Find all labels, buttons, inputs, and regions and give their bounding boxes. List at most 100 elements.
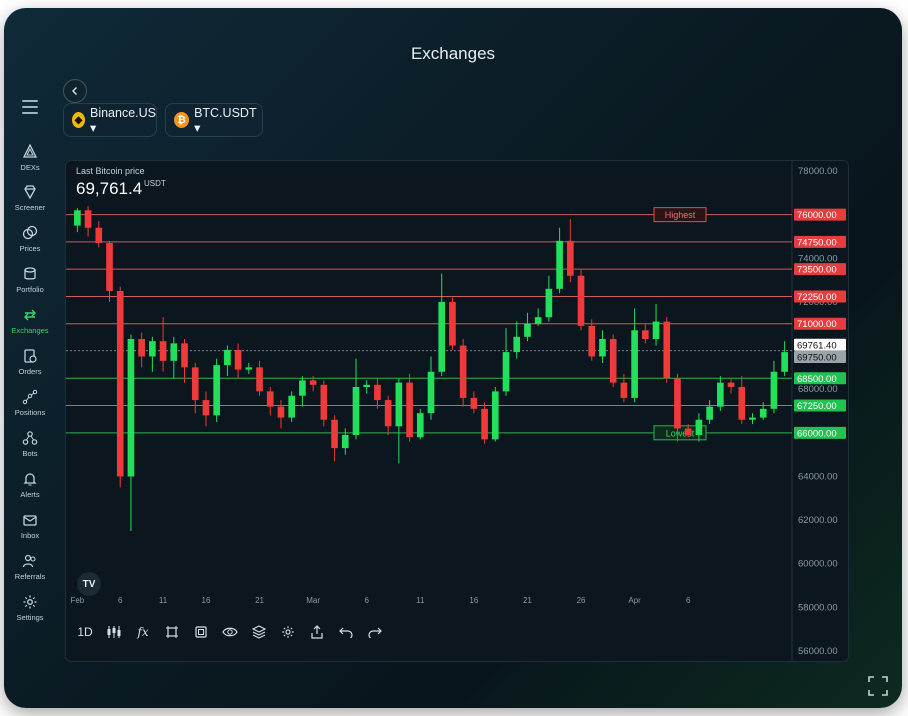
candle-body (341, 435, 349, 449)
candle-body (416, 413, 424, 438)
price-chart-panel[interactable]: Last Bitcoin price 69,761.4 USDT 56000.0… (65, 160, 849, 662)
candle-body (320, 384, 328, 420)
candle-body (459, 345, 467, 398)
candle-body (599, 339, 606, 357)
candle-body (374, 384, 381, 401)
candles-icon[interactable] (105, 623, 123, 641)
back-button[interactable] (63, 79, 87, 103)
candlestick-chart[interactable]: 56000.00 58000.00 60000.00 62000.00 64000.00… (66, 161, 848, 661)
eye-icon[interactable] (221, 623, 239, 641)
app-window: Exchanges DEXs Screener Prices Portfolio… (4, 8, 902, 708)
candle-body (534, 317, 542, 324)
indicators-icon[interactable]: fx (134, 623, 152, 641)
sidebar-item-label: Referrals (14, 572, 46, 581)
x-tick-label: Feb (70, 596, 84, 605)
bell-icon (23, 473, 37, 486)
candle-body (406, 382, 413, 438)
positions-icon (22, 389, 38, 405)
level-tag-label: 74750.00 (797, 237, 837, 248)
candle-body (620, 382, 628, 398)
tradingview-logo: TV (77, 572, 101, 596)
share-icon[interactable] (308, 623, 326, 641)
pair-selector[interactable]: ₿ BTC.USDT ▾ (165, 103, 263, 137)
sidebar-item-exchanges[interactable]: Exchanges (8, 307, 52, 335)
x-tick-label: 6 (364, 596, 369, 605)
candle-body (395, 382, 403, 427)
exchange-arrows-icon (24, 309, 36, 321)
candle-body (556, 240, 563, 289)
candle-body (427, 371, 435, 414)
database-icon (24, 267, 36, 280)
candle-body (384, 400, 392, 427)
x-tick-label: 11 (159, 596, 168, 605)
candle-body (684, 428, 692, 435)
sidebar-item-positions[interactable]: Positions (8, 389, 52, 417)
candle-body (759, 408, 767, 418)
candle-body (695, 419, 703, 435)
candle-body (84, 210, 92, 228)
dex-icon (22, 144, 38, 158)
undo-icon[interactable] (337, 623, 355, 641)
redo-icon[interactable] (366, 623, 384, 641)
exchange-selector[interactable]: ◆ Binance.US ▾ (63, 103, 157, 137)
sidebar-item-alerts[interactable]: Alerts (8, 471, 52, 499)
y-tick-label: 62000.00 (798, 515, 838, 526)
y-tick-label: 68000.00 (798, 384, 838, 395)
candle-body (191, 367, 199, 401)
bots-icon (22, 431, 38, 445)
candle-body (770, 371, 778, 409)
candle-body (138, 339, 145, 357)
x-tick-label: 21 (255, 596, 264, 605)
sidebar-item-label: Screener (14, 203, 46, 212)
candle-body (524, 323, 531, 337)
candle-body (202, 400, 210, 416)
fullscreen-icon[interactable] (868, 676, 888, 696)
candle-body (502, 352, 510, 392)
crop-icon[interactable] (163, 623, 181, 641)
users-icon (22, 554, 36, 568)
y-tick-label: 58000.00 (798, 602, 838, 613)
candle-body (438, 301, 446, 372)
sidebar-item-label: Inbox (20, 531, 40, 540)
sidebar-item-label: Exchanges (11, 326, 49, 335)
level-tag-label: 73500.00 (797, 265, 837, 276)
candle-body (288, 395, 296, 418)
screenshot-icon[interactable] (192, 623, 210, 641)
sidebar-item-bots[interactable]: Bots (8, 430, 52, 458)
main-content: ◆ Binance.US ▾ ₿ BTC.USDT ▾ Last Bitcoin… (61, 76, 862, 662)
sidebar-item-orders[interactable]: Orders (8, 348, 52, 376)
pair-selector-label: BTC.USDT ▾ (194, 105, 257, 135)
sidebar-item-screener[interactable]: Screener (8, 184, 52, 212)
candle-body (491, 391, 499, 440)
x-tick-label: Mar (306, 596, 320, 605)
candle-body (277, 406, 285, 418)
sidebar-item-label: DEXs (20, 163, 40, 172)
candle-body (513, 336, 521, 353)
candle-body (181, 343, 188, 368)
timeframe-button[interactable]: 1D (76, 623, 94, 641)
sidebar-item-settings[interactable]: Settings (8, 594, 52, 622)
candle-body (449, 301, 456, 346)
sidebar-item-prices[interactable]: Prices (8, 225, 52, 253)
level-tag-label: 72250.00 (797, 292, 837, 303)
sidebar-item-label: Portfolio (16, 285, 44, 294)
y-tick-label: 64000.00 (798, 471, 838, 482)
layers-icon[interactable] (250, 623, 268, 641)
sidebar-item-inbox[interactable]: Inbox (8, 512, 52, 540)
level-tag-label: 71000.00 (797, 319, 837, 330)
chevron-left-icon (72, 87, 77, 95)
orders-icon (24, 349, 37, 363)
candle-body (224, 349, 231, 366)
sidebar-item-referrals[interactable]: Referrals (8, 553, 52, 581)
candle-body (674, 378, 681, 429)
sidebar-item-portfolio[interactable]: Portfolio (8, 266, 52, 294)
mail-icon (23, 515, 37, 526)
candle-body (299, 380, 306, 396)
candle-body (566, 240, 574, 276)
chart-settings-icon[interactable] (279, 623, 297, 641)
candle-body (256, 367, 263, 392)
candle-body (663, 321, 671, 379)
sidebar-item-dexs[interactable]: DEXs (8, 144, 52, 172)
menu-icon[interactable] (22, 100, 38, 114)
level-tag-label: 67250.00 (797, 401, 837, 412)
